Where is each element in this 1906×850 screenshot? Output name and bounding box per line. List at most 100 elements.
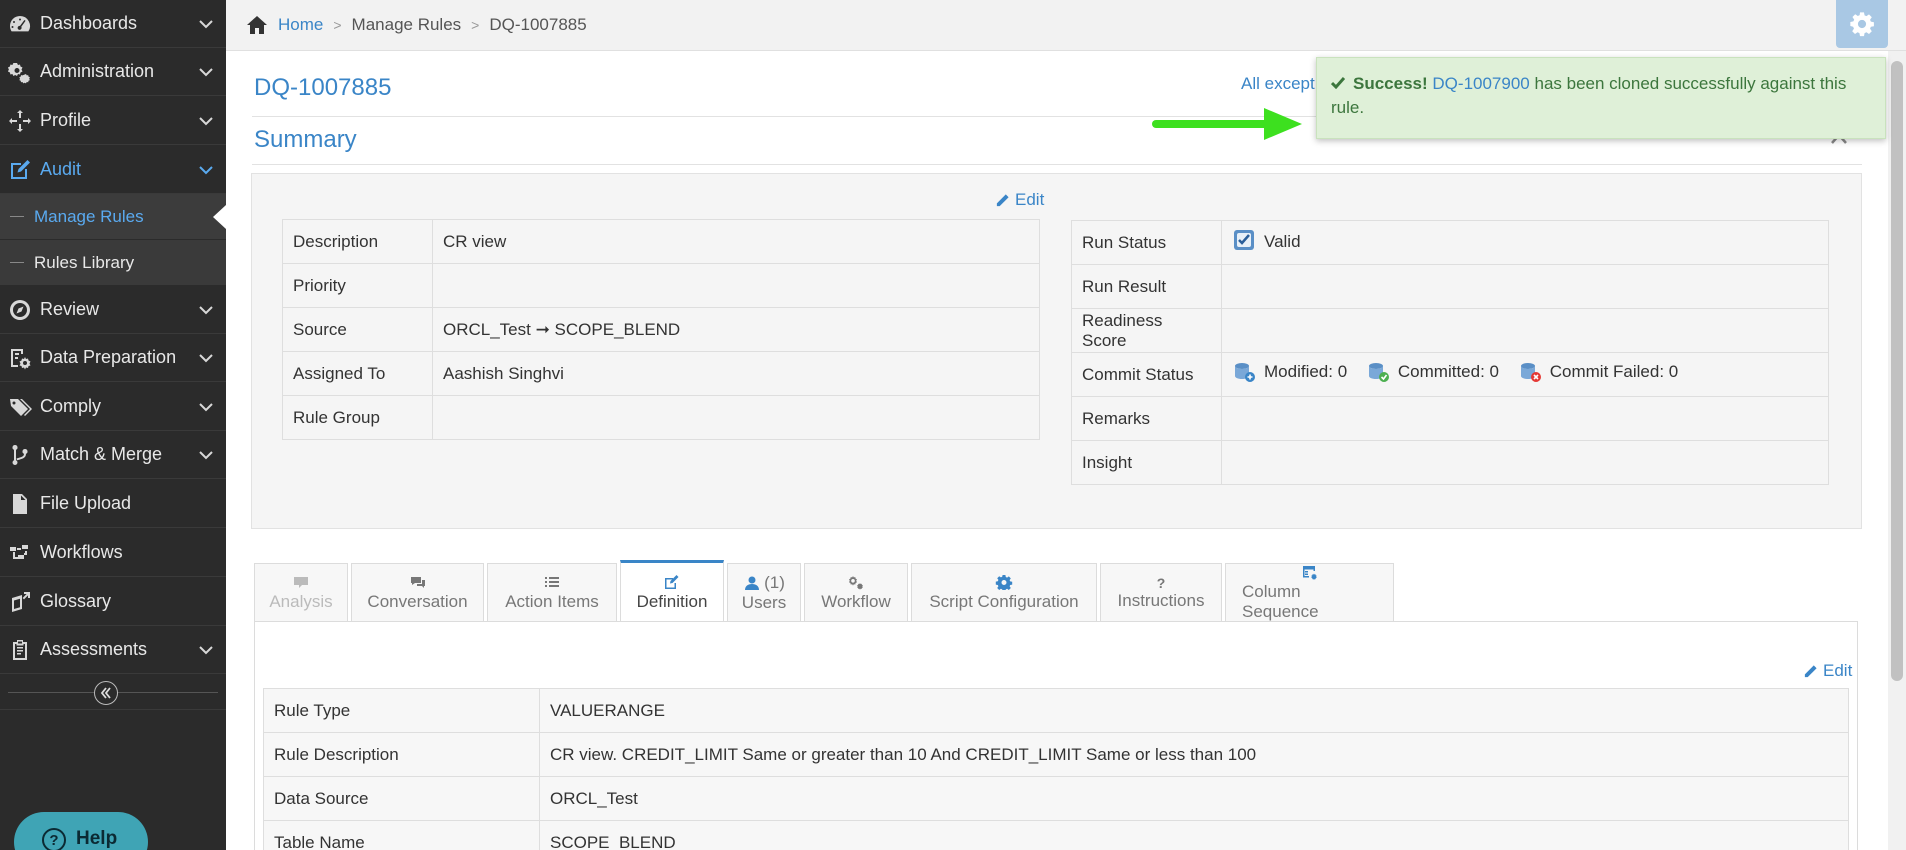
cloned-rule-link[interactable]: DQ-1007900	[1432, 74, 1529, 93]
edit-icon	[665, 574, 679, 589]
column-settings-icon	[1302, 566, 1317, 580]
tree-dash	[10, 216, 24, 217]
summary-key: Run Status	[1071, 220, 1222, 265]
tree-dash	[10, 262, 24, 263]
chevron-down-icon	[186, 165, 226, 175]
sidebar-item-label: File Upload	[40, 493, 132, 513]
sidebar-item-workflows[interactable]: Workflows	[0, 529, 226, 577]
sidebar-item-comply[interactable]: Comply	[0, 383, 226, 431]
user-icon	[745, 576, 760, 590]
sidebar-item-dashboards[interactable]: Dashboards	[0, 0, 226, 48]
sidebar-item-label: Profile	[40, 110, 92, 130]
table-row: Rule Description CR view. CREDIT_LIMIT S…	[263, 732, 1849, 777]
comments-icon	[410, 577, 425, 588]
page-title: DQ-1007885	[254, 74, 392, 101]
sidebar-item-administration[interactable]: Administration	[0, 48, 226, 96]
chevron-down-icon	[186, 402, 226, 412]
edit-icon	[0, 158, 40, 182]
tab-label: Column Sequence	[1242, 582, 1319, 621]
tab-label: Script Configuration	[929, 592, 1079, 611]
gear-icon	[995, 575, 1013, 590]
tags-icon	[0, 395, 40, 419]
summary-value: CR view	[432, 219, 1040, 264]
sidebar-item-label: Data Preparation	[40, 347, 177, 367]
scrollbar-thumb[interactable]	[1891, 61, 1903, 681]
tab-column-sequence[interactable]: Column Sequence	[1225, 563, 1394, 622]
sidebar-item-match-merge[interactable]: Match & Merge	[0, 431, 226, 479]
summary-value: ORCL_Test ➞ SCOPE_BLEND	[432, 307, 1040, 352]
sidebar-subitem-label: Manage Rules	[34, 206, 144, 226]
definition-value: SCOPE_BLEND	[539, 820, 1849, 850]
table-row: Rule Type VALUERANGE	[263, 688, 1849, 733]
gear-icon	[1850, 12, 1874, 37]
sidebar-item-label: Workflows	[40, 542, 123, 562]
breadcrumb-current: DQ-1007885	[489, 15, 587, 34]
sidebar-item-label: Review	[40, 299, 100, 319]
all-exceptions-link[interactable]: All except	[1241, 74, 1315, 94]
summary-title: Summary	[254, 126, 357, 153]
table-row: Description CR view	[282, 219, 1040, 264]
divider	[252, 164, 1862, 165]
table-row: Insight	[1071, 440, 1829, 485]
file-icon	[0, 492, 40, 516]
table-row: Rule Group	[282, 395, 1040, 440]
tab-label: Definition	[636, 591, 708, 611]
sidebar-subitem-manage-rules[interactable]: Manage Rules	[0, 194, 226, 240]
collapse-sidebar-button[interactable]	[94, 681, 118, 705]
tab-script-configuration[interactable]: Script Configuration	[911, 563, 1097, 622]
breadcrumb-home-link[interactable]: Home	[278, 15, 323, 35]
sidebar-item-data-preparation[interactable]: Data Preparation	[0, 334, 226, 382]
sidebar-item-profile[interactable]: Profile	[0, 97, 226, 145]
commit-modified: Modified: 0	[1232, 360, 1347, 384]
tab-users[interactable]: (1) Users	[727, 563, 801, 622]
definition-edit-link[interactable]: Edit	[1803, 661, 1852, 681]
tab-conversation[interactable]: Conversation	[351, 563, 484, 622]
breadcrumb-manage-rules[interactable]: Manage Rules	[352, 15, 462, 35]
definition-key: Rule Type	[263, 688, 540, 733]
sidebar-item-file-upload[interactable]: File Upload	[0, 480, 226, 528]
table-row: Priority	[282, 263, 1040, 308]
summary-edit-link[interactable]: Edit	[995, 190, 1044, 210]
clipboard-icon	[0, 638, 40, 662]
valid-check-icon	[1232, 228, 1256, 257]
sidebar-item-label: Glossary	[40, 591, 112, 611]
question-icon: ?	[42, 828, 66, 850]
modified-count: Modified: 0	[1264, 362, 1348, 381]
data-prep-icon	[0, 346, 40, 370]
breadcrumb-separator-icon: >	[333, 17, 342, 33]
db-failed-icon	[1520, 363, 1541, 382]
analysis-icon	[294, 577, 308, 588]
glossary-icon	[0, 590, 40, 614]
tab-instructions[interactable]: ? Instructions	[1100, 563, 1222, 622]
help-button[interactable]: ? Help	[14, 812, 148, 850]
vertical-scrollbar[interactable]	[1888, 51, 1906, 850]
move-icon	[0, 109, 40, 133]
sidebar-item-label: Comply	[40, 396, 102, 416]
summary-key: Run Result	[1071, 264, 1222, 309]
chevron-down-icon	[186, 116, 226, 126]
active-notch	[213, 205, 226, 229]
sidebar-subitem-rules-library[interactable]: Rules Library	[0, 240, 226, 286]
commit-status-value: Modified: 0 Committed: 0 Commit Failed: …	[1221, 352, 1829, 397]
summary-key: Rule Group	[282, 395, 433, 440]
tab-workflow[interactable]: Workflow	[804, 563, 908, 622]
summary-key: Remarks	[1071, 396, 1222, 441]
tab-analysis[interactable]: Analysis	[254, 563, 348, 622]
tab-label: Conversation	[367, 592, 468, 611]
sidebar-item-audit[interactable]: Audit	[0, 146, 226, 194]
list-icon	[545, 577, 559, 587]
sidebar-item-glossary[interactable]: Glossary	[0, 578, 226, 626]
home-icon[interactable]	[246, 15, 268, 35]
sidebar-item-review[interactable]: Review	[0, 286, 226, 334]
sidebar-item-assessments[interactable]: Assessments	[0, 626, 226, 674]
tab-action-items[interactable]: Action Items	[487, 563, 617, 622]
tab-definition[interactable]: Definition	[620, 560, 724, 622]
summary-value	[1221, 308, 1829, 353]
settings-button[interactable]	[1836, 0, 1888, 48]
table-row: Table Name SCOPE_BLEND	[263, 820, 1849, 850]
table-row: Run Status Valid	[1071, 220, 1829, 265]
summary-left-table: Description CR view Priority Source ORCL…	[282, 219, 1040, 440]
sidebar-collapse-row	[0, 676, 226, 710]
definition-table: Rule Type VALUERANGE Rule Description CR…	[263, 688, 1849, 850]
sidebar-item-label: Match & Merge	[40, 444, 163, 464]
